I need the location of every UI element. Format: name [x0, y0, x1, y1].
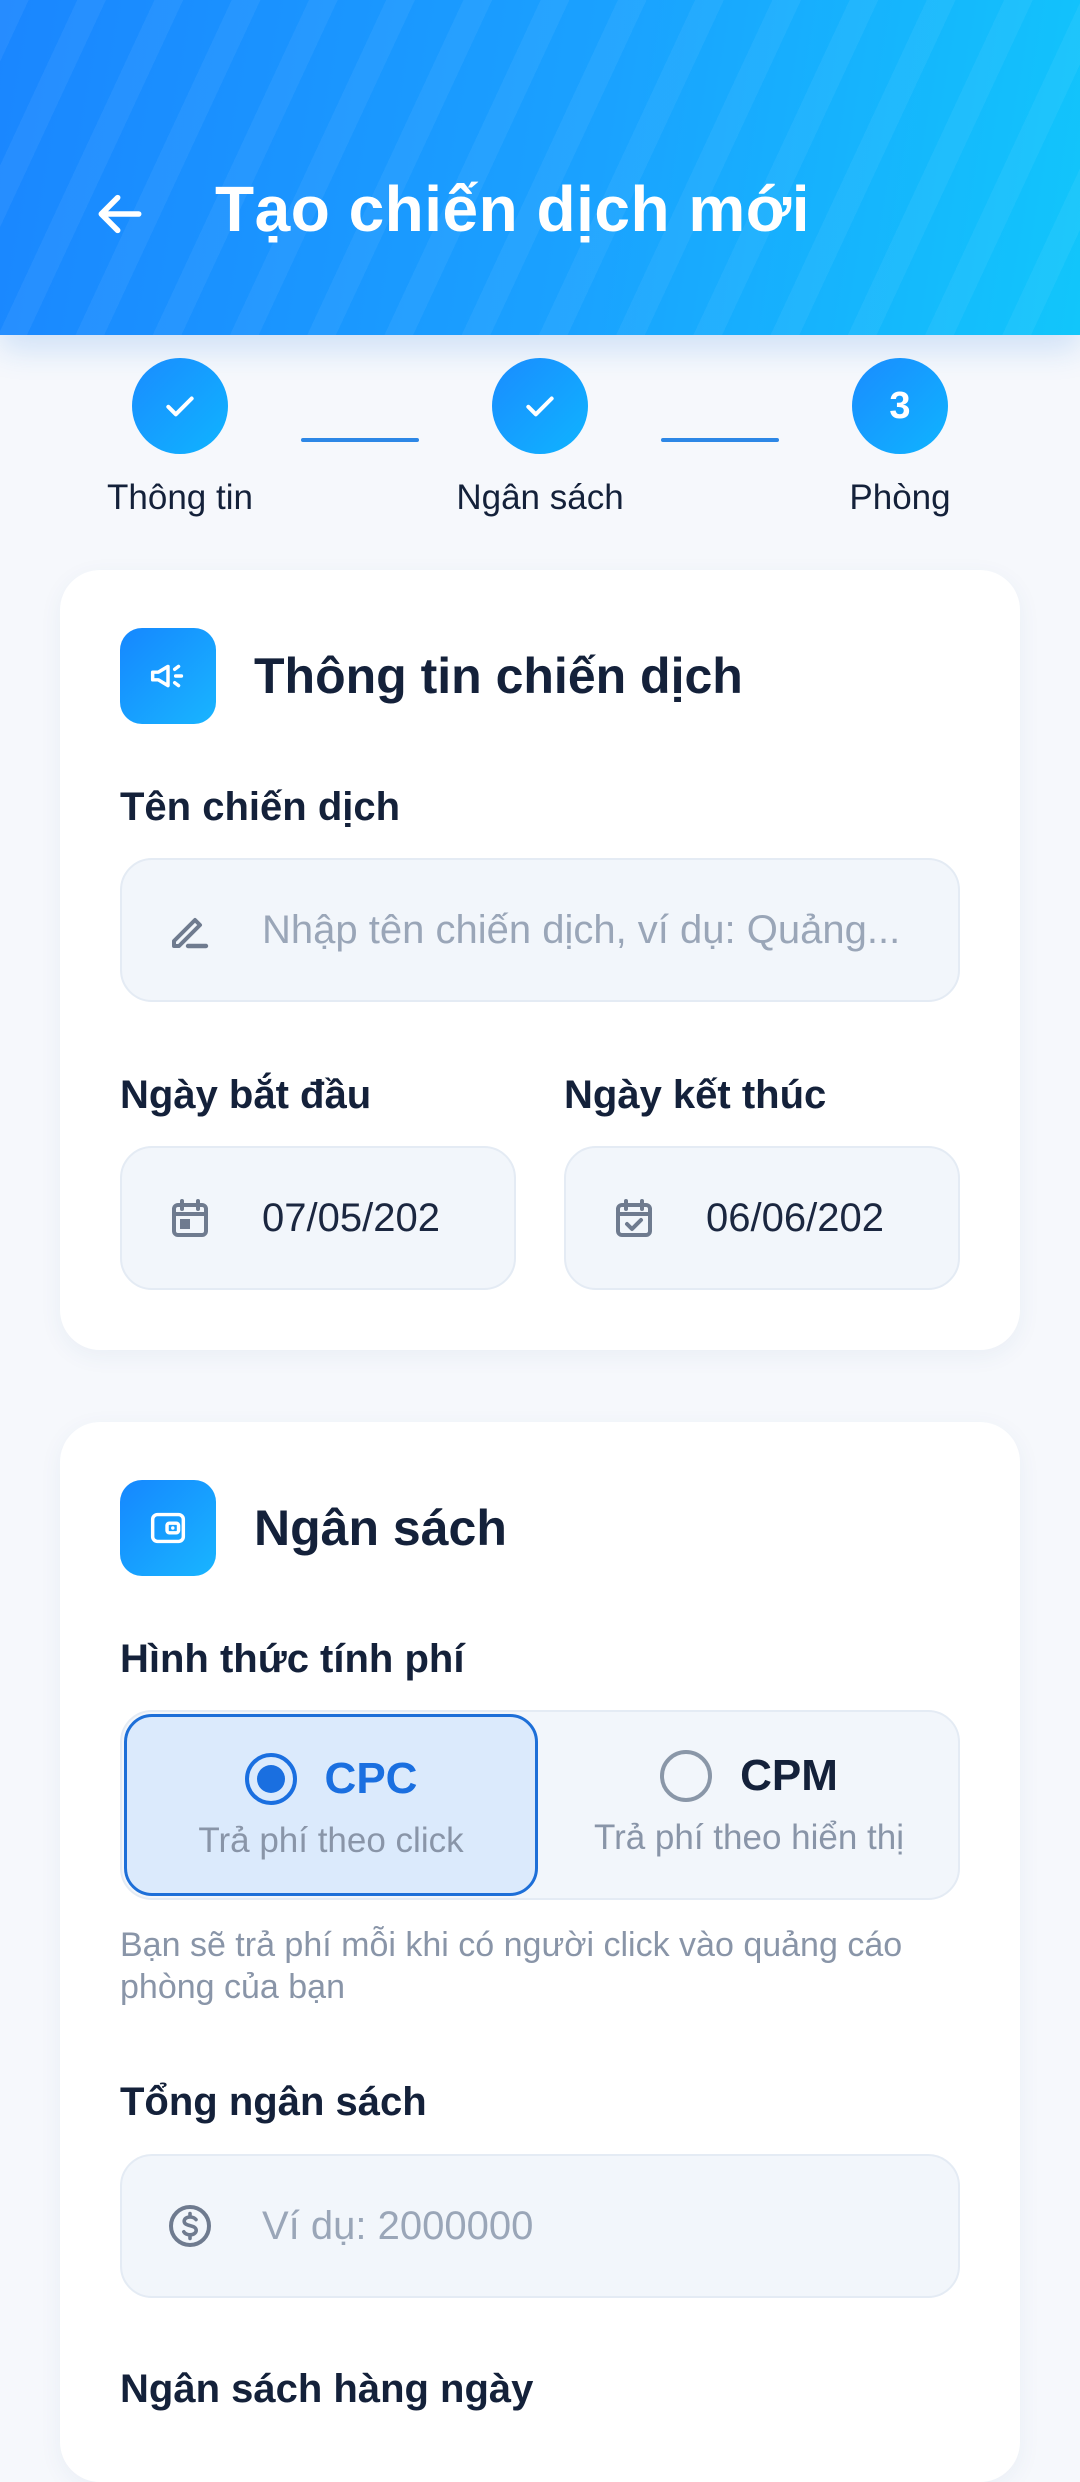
campaign-name-label: Tên chiến dịch — [120, 785, 401, 829]
total-budget-label: Tổng ngân sách — [120, 2080, 427, 2124]
check-icon — [166, 396, 194, 417]
check-icon — [526, 396, 554, 417]
megaphone-icon — [120, 628, 216, 724]
campaign-info-card: Thông tin chiến dịch Tên chiến dịch Nhập… — [60, 570, 1020, 1350]
step-phong[interactable]: 3 Phòng — [800, 358, 1000, 518]
end-date-label: Ngày kết thúc — [564, 1073, 827, 1117]
edit-icon — [166, 906, 214, 954]
start-date-value: 07/05/202 — [262, 1195, 440, 1240]
option-cpc[interactable]: CPC Trả phí theo click — [124, 1714, 538, 1896]
card-header: Ngân sách — [120, 1480, 507, 1576]
option-subtitle: Trả phí theo click — [198, 1821, 464, 1860]
calendar-icon — [166, 1194, 214, 1242]
step-complete-badge — [132, 358, 228, 454]
app-header: Tạo chiến dịch mới — [0, 0, 1080, 335]
wallet-icon — [120, 1480, 216, 1576]
step-number-badge: 3 — [852, 358, 948, 454]
total-budget-placeholder: Ví dụ: 2000000 — [262, 2203, 534, 2248]
card-header: Thông tin chiến dịch — [120, 628, 743, 724]
end-date-field[interactable]: 06/06/202 — [564, 1146, 960, 1290]
option-cpm[interactable]: CPM Trả phí theo hiển thị — [540, 1712, 958, 1898]
campaign-name-placeholder: Nhập tên chiến dịch, ví dụ: Quảng... — [262, 907, 901, 952]
radio-selected-icon — [244, 1753, 297, 1805]
option-subtitle: Trả phí theo hiển thị — [593, 1818, 904, 1857]
step-label: Thông tin — [107, 478, 253, 517]
step-complete-badge — [492, 358, 588, 454]
option-title: CPC — [324, 1754, 418, 1803]
radio-unselected-icon — [660, 1750, 713, 1802]
total-budget-input[interactable]: Ví dụ: 2000000 — [120, 2154, 960, 2298]
stepper: Thông tin Ngân sách 3 Phòng — [0, 358, 1080, 528]
start-date-label: Ngày bắt đầu — [120, 1073, 372, 1117]
option-title: CPM — [740, 1751, 838, 1800]
step-ngan-sach[interactable]: Ngân sách — [440, 358, 640, 518]
step-label: Phòng — [849, 478, 951, 517]
step-label: Ngân sách — [456, 478, 624, 517]
campaign-name-input[interactable]: Nhập tên chiến dịch, ví dụ: Quảng... — [120, 858, 960, 1002]
billing-help-text: Bạn sẽ trả phí mỗi khi có người click và… — [120, 1926, 903, 2006]
calendar-check-icon — [610, 1194, 658, 1242]
back-button[interactable] — [82, 176, 158, 252]
card-title: Thông tin chiến dịch — [254, 648, 743, 704]
arrow-left-icon — [98, 194, 142, 234]
start-date-field[interactable]: 07/05/202 — [120, 1146, 516, 1290]
step-thong-tin[interactable]: Thông tin — [80, 358, 280, 518]
billing-type-label: Hình thức tính phí — [120, 1637, 465, 1681]
end-date-value: 06/06/202 — [706, 1195, 884, 1240]
daily-budget-label: Ngân sách hàng ngày — [120, 2367, 534, 2411]
page-title: Tạo chiến dịch mới — [215, 173, 811, 245]
card-title: Ngân sách — [254, 1500, 507, 1556]
dollar-circle-icon — [166, 2202, 214, 2250]
billing-type-selector: CPC Trả phí theo click CPM Trả phí theo … — [120, 1710, 960, 1900]
budget-card: Ngân sách Hình thức tính phí CPC Trả phí… — [60, 1422, 1020, 2482]
